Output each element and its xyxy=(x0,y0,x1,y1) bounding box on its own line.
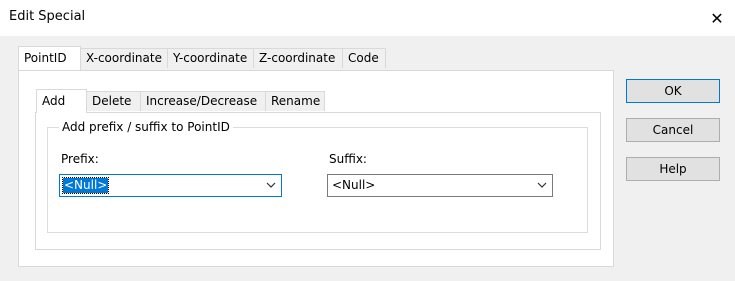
tab-label: X-coordinate xyxy=(86,51,162,65)
close-button[interactable]: ✕ xyxy=(699,0,735,36)
tab-add[interactable]: Add xyxy=(36,89,87,113)
title-bar: Edit Special ✕ xyxy=(0,0,735,36)
tab-y-coordinate[interactable]: Y-coordinate xyxy=(167,48,254,68)
chevron-down-icon xyxy=(266,182,276,188)
tab-label: Y-coordinate xyxy=(173,51,248,65)
window-title: Edit Special xyxy=(9,9,86,24)
close-icon: ✕ xyxy=(710,8,724,28)
tab-code[interactable]: Code xyxy=(342,48,386,68)
tab-rename[interactable]: Rename xyxy=(265,91,325,111)
tab-label: Z-coordinate xyxy=(259,51,336,65)
tab-x-coordinate[interactable]: X-coordinate xyxy=(80,48,168,68)
tab-z-coordinate[interactable]: Z-coordinate xyxy=(253,48,343,68)
tab-label: Rename xyxy=(271,94,321,108)
tab-label: Code xyxy=(348,51,379,65)
tab-label: PointID xyxy=(24,51,67,65)
prefix-value: <Null> xyxy=(61,177,110,194)
suffix-label: Suffix: xyxy=(329,152,367,166)
tab-increase-decrease[interactable]: Increase/Decrease xyxy=(140,91,266,111)
ok-button[interactable]: OK xyxy=(626,79,720,103)
tab-label: Delete xyxy=(92,94,132,108)
group-legend: Add prefix / suffix to PointID xyxy=(59,120,233,134)
suffix-value: <Null> xyxy=(332,178,376,192)
tab-delete[interactable]: Delete xyxy=(86,91,141,111)
edit-special-dialog: Edit Special ✕ PointID X-coordinate Y-co… xyxy=(0,0,735,281)
tab-label: Increase/Decrease xyxy=(146,94,258,108)
tab-pointid[interactable]: PointID xyxy=(18,46,81,70)
cancel-button[interactable]: Cancel xyxy=(626,118,720,142)
prefix-label: Prefix: xyxy=(61,152,99,166)
prefix-combobox[interactable]: <Null> xyxy=(59,174,282,197)
chevron-down-icon xyxy=(537,182,547,188)
tab-label: Add xyxy=(42,94,66,108)
help-button[interactable]: Help xyxy=(626,157,720,181)
suffix-combobox[interactable]: <Null> xyxy=(327,174,553,197)
